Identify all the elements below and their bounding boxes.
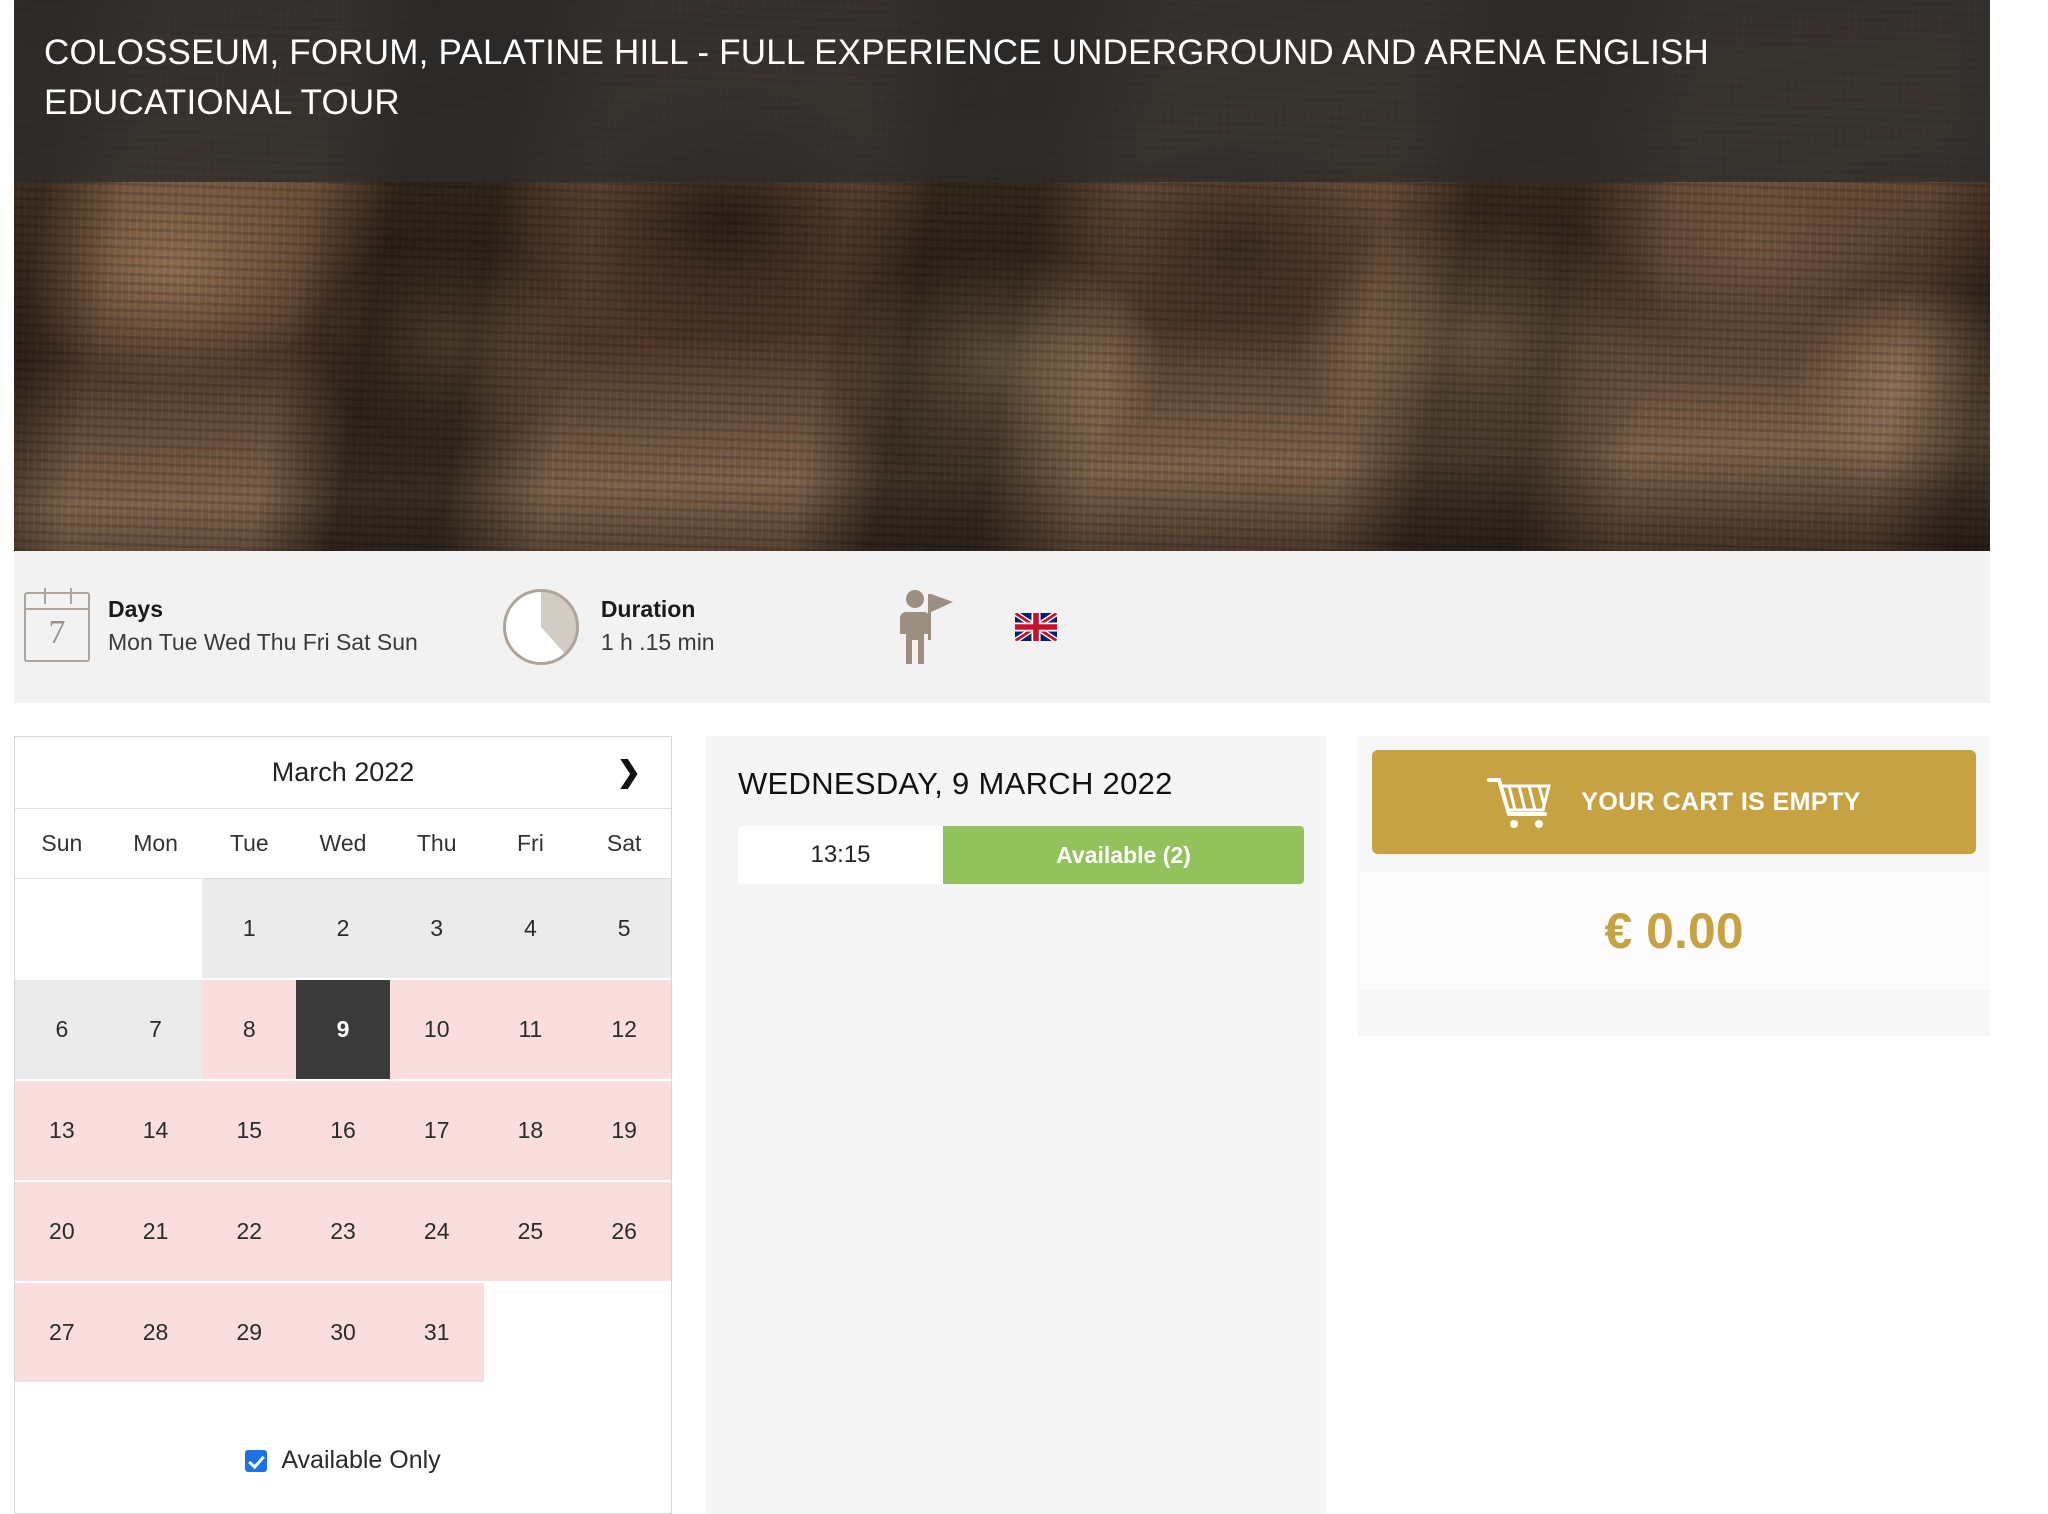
slot-availability-button[interactable]: Available (2) bbox=[943, 826, 1304, 884]
calendar-day-18[interactable]: 18 bbox=[483, 1081, 578, 1182]
calendar-day-31[interactable]: 31 bbox=[389, 1283, 484, 1384]
calendar-day-9[interactable]: 9 bbox=[296, 980, 390, 1081]
calendar-day-13[interactable]: 13 bbox=[15, 1081, 109, 1182]
calendar-day-26[interactable]: 26 bbox=[577, 1182, 671, 1283]
calendar-day-21[interactable]: 21 bbox=[108, 1182, 203, 1283]
calendar-day-2: 2 bbox=[296, 879, 390, 980]
page-title: COLOSSEUM, FORUM, PALATINE HILL - FULL E… bbox=[44, 33, 1710, 122]
uk-flag-icon bbox=[1014, 613, 1057, 641]
cart-empty-label: YOUR CART IS EMPTY bbox=[1581, 787, 1861, 816]
duration-value: 1 h .15 min bbox=[600, 628, 715, 655]
slot-time: 13:15 bbox=[738, 826, 943, 884]
calendar-cell-empty bbox=[577, 1283, 671, 1384]
calendar-day-7: 7 bbox=[108, 980, 203, 1081]
calendar-day-14[interactable]: 14 bbox=[108, 1081, 203, 1182]
calendar-day-17[interactable]: 17 bbox=[389, 1081, 484, 1182]
calendar-day-11[interactable]: 11 bbox=[483, 980, 578, 1081]
slot-list: 13:15 Available (2) bbox=[706, 826, 1326, 884]
calendar-day-12[interactable]: 12 bbox=[577, 980, 671, 1081]
calendar-day-25[interactable]: 25 bbox=[483, 1182, 578, 1283]
calendar-cell-empty bbox=[15, 879, 109, 980]
calendar-day-1: 1 bbox=[202, 879, 297, 980]
calendar-day-29[interactable]: 29 bbox=[202, 1283, 297, 1384]
cart-empty-button[interactable]: YOUR CART IS EMPTY bbox=[1372, 750, 1976, 854]
selected-date-title: WEDNESDAY, 9 MARCH 2022 bbox=[738, 766, 1173, 801]
chevron-right-icon[interactable]: ❯ bbox=[617, 758, 641, 787]
calendar-icon-number: 7 bbox=[48, 614, 66, 651]
calendar-header: March 2022 ❯ bbox=[15, 737, 671, 809]
tour-info-bar: 7 Days Mon Tue Wed Thu Fri Sat Sun Durat… bbox=[14, 551, 1990, 703]
calendar-day-8[interactable]: 8 bbox=[202, 980, 297, 1081]
slot-row: 13:15 Available (2) bbox=[738, 826, 1304, 884]
days-value: Mon Tue Wed Thu Fri Sat Sun bbox=[108, 628, 418, 655]
calendar-day-15[interactable]: 15 bbox=[202, 1081, 297, 1182]
weekday-wed: Wed bbox=[319, 830, 367, 856]
tour-guide-icon bbox=[895, 588, 957, 666]
calendar-panel: March 2022 ❯ Sun Mon Tue Wed Thu Fri Sat… bbox=[14, 736, 672, 1514]
calendar-day-23[interactable]: 23 bbox=[296, 1182, 390, 1283]
calendar-day-22[interactable]: 22 bbox=[202, 1182, 297, 1283]
weekday-sat: Sat bbox=[606, 830, 642, 856]
calendar-day-30[interactable]: 30 bbox=[296, 1283, 390, 1384]
available-only-filter[interactable]: Available Only bbox=[15, 1446, 671, 1475]
calendar-day-28[interactable]: 28 bbox=[108, 1283, 203, 1384]
calendar-day-20[interactable]: 20 bbox=[15, 1182, 109, 1283]
pie-clock-icon bbox=[502, 589, 579, 665]
calendar-day-6: 6 bbox=[15, 980, 109, 1081]
calendar-day-10[interactable]: 10 bbox=[389, 980, 484, 1081]
weekday-thu: Thu bbox=[416, 830, 457, 856]
info-duration-block: Duration 1 h .15 min bbox=[418, 589, 715, 665]
calendar-icon: 7 bbox=[24, 588, 90, 662]
time-slots-panel: WEDNESDAY, 9 MARCH 2022 13:15 Available (… bbox=[706, 736, 1326, 1514]
calendar-grid: 1 2 3 4 5 6 7 8 9 10 11 12 13 14 15 16 17 18 19 20 21 22 23 24 2… bbox=[15, 879, 671, 1384]
shopping-cart-icon bbox=[1487, 774, 1559, 830]
calendar-day-3: 3 bbox=[389, 879, 484, 980]
calendar-month-label: March 2022 bbox=[271, 757, 415, 787]
calendar-day-19[interactable]: 19 bbox=[577, 1081, 671, 1182]
days-label: Days bbox=[108, 595, 163, 622]
available-only-label: Available Only bbox=[281, 1446, 441, 1474]
calendar-cell-empty bbox=[483, 1283, 578, 1384]
info-days-block: 7 Days Mon Tue Wed Thu Fri Sat Sun bbox=[24, 588, 418, 662]
calendar-day-24[interactable]: 24 bbox=[389, 1182, 484, 1283]
cart-panel: YOUR CART IS EMPTY € 0.00 bbox=[1358, 736, 1990, 1036]
duration-label: Duration bbox=[600, 595, 696, 622]
calendar-day-16[interactable]: 16 bbox=[296, 1081, 390, 1182]
hero-banner: COLOSSEUM, FORUM, PALATINE HILL - FULL E… bbox=[14, 0, 1990, 551]
calendar-day-4: 4 bbox=[483, 879, 578, 980]
calendar-day-27[interactable]: 27 bbox=[15, 1283, 109, 1384]
calendar-weekday-header: Sun Mon Tue Wed Thu Fri Sat bbox=[15, 809, 671, 879]
weekday-tue: Tue bbox=[229, 830, 269, 856]
cart-total-amount: € 0.00 bbox=[1358, 872, 1990, 990]
calendar-day-5: 5 bbox=[577, 879, 671, 980]
weekday-fri: Fri bbox=[517, 830, 544, 856]
available-only-checkbox[interactable] bbox=[245, 1449, 268, 1472]
weekday-mon: Mon bbox=[133, 830, 178, 856]
weekday-sun: Sun bbox=[41, 830, 83, 856]
calendar-cell-empty bbox=[108, 879, 203, 980]
